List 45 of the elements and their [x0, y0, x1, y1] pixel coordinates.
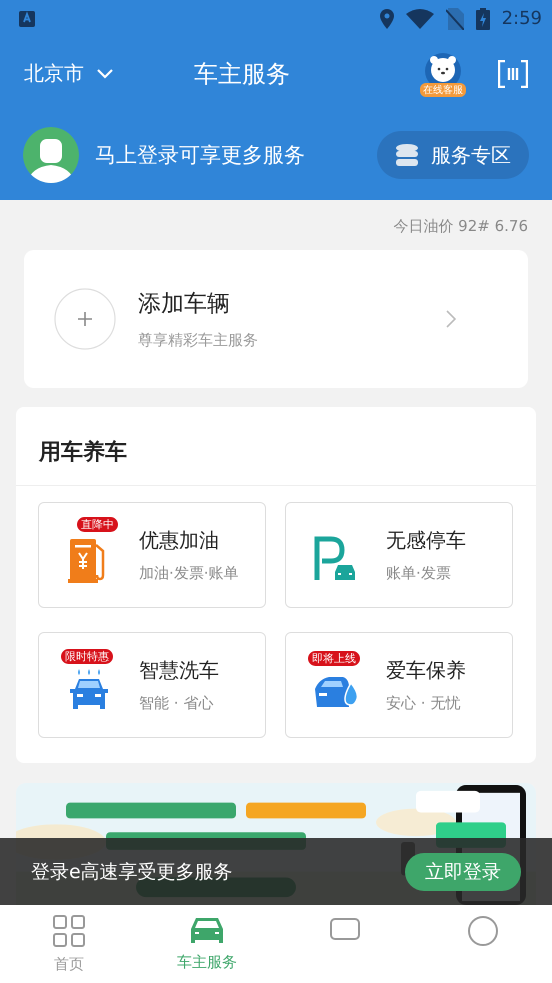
service-subtitle: 账单·发票: [386, 564, 452, 583]
section-title: 用车养车: [16, 407, 536, 486]
login-prompt[interactable]: 马上登录可享更多服务: [95, 141, 361, 169]
service-subtitle: 加油·发票·账单: [139, 564, 239, 583]
service-subtitle: 安心 · 无忧: [386, 694, 462, 713]
person-icon: [467, 915, 499, 947]
wifi-icon: [406, 8, 434, 28]
service-card[interactable]: 限时特惠 智慧洗车 智能 · 省心: [38, 632, 266, 738]
promo-badge: 直降中: [77, 517, 118, 532]
chevron-right-icon: [446, 310, 456, 328]
status-time: 2:59: [502, 8, 542, 29]
keyboard-icon: [18, 10, 36, 28]
page-title: 车主服务: [194, 58, 291, 90]
service-card[interactable]: 直降中 优惠加油 加油·发票·账单: [38, 502, 266, 608]
nav-tab[interactable]: 首页: [0, 905, 138, 983]
add-icon: [54, 288, 116, 350]
oil-price: 今日油价 92# 6.76: [392, 216, 529, 237]
service-title: 无感停车: [386, 527, 466, 554]
service-title: 优惠加油: [139, 527, 220, 554]
service-title: 爱车保养: [386, 657, 466, 684]
location-icon: [380, 8, 394, 28]
add-vehicle-card[interactable]: 添加车辆 尊享精彩车主服务: [24, 250, 528, 388]
add-vehicle-title: 添加车辆: [138, 290, 231, 319]
chevron-down-icon: [96, 68, 114, 80]
add-vehicle-subtitle: 尊享精彩车主服务: [138, 331, 259, 350]
service-title: 智慧洗车: [139, 657, 219, 684]
car-wash-icon: [67, 667, 111, 711]
service-zone-button[interactable]: 服务专区: [377, 131, 529, 179]
login-button[interactable]: 立即登录: [405, 852, 521, 890]
nav-tab[interactable]: 车主服务: [138, 905, 276, 983]
battery-icon: [476, 8, 490, 30]
service-card[interactable]: 即将上线 爱车保养 安心 · 无忧: [285, 632, 513, 738]
parking-car-icon: [314, 536, 358, 582]
promo-badge: 即将上线: [308, 651, 360, 666]
promo-badge: 限时特惠: [61, 649, 113, 664]
scan-icon[interactable]: [498, 60, 528, 88]
city-selector[interactable]: 北京市: [24, 60, 194, 87]
database-icon: [395, 143, 419, 167]
no-sim-icon: [446, 8, 464, 30]
toast-message: 登录e高速享受更多服务: [31, 860, 234, 884]
grid-icon: [53, 915, 85, 947]
avatar-icon[interactable]: [23, 127, 79, 183]
car-icon: [189, 915, 225, 945]
service-card[interactable]: 无感停车 账单·发票: [285, 502, 513, 608]
service-subtitle: 智能 · 省心: [139, 694, 214, 713]
